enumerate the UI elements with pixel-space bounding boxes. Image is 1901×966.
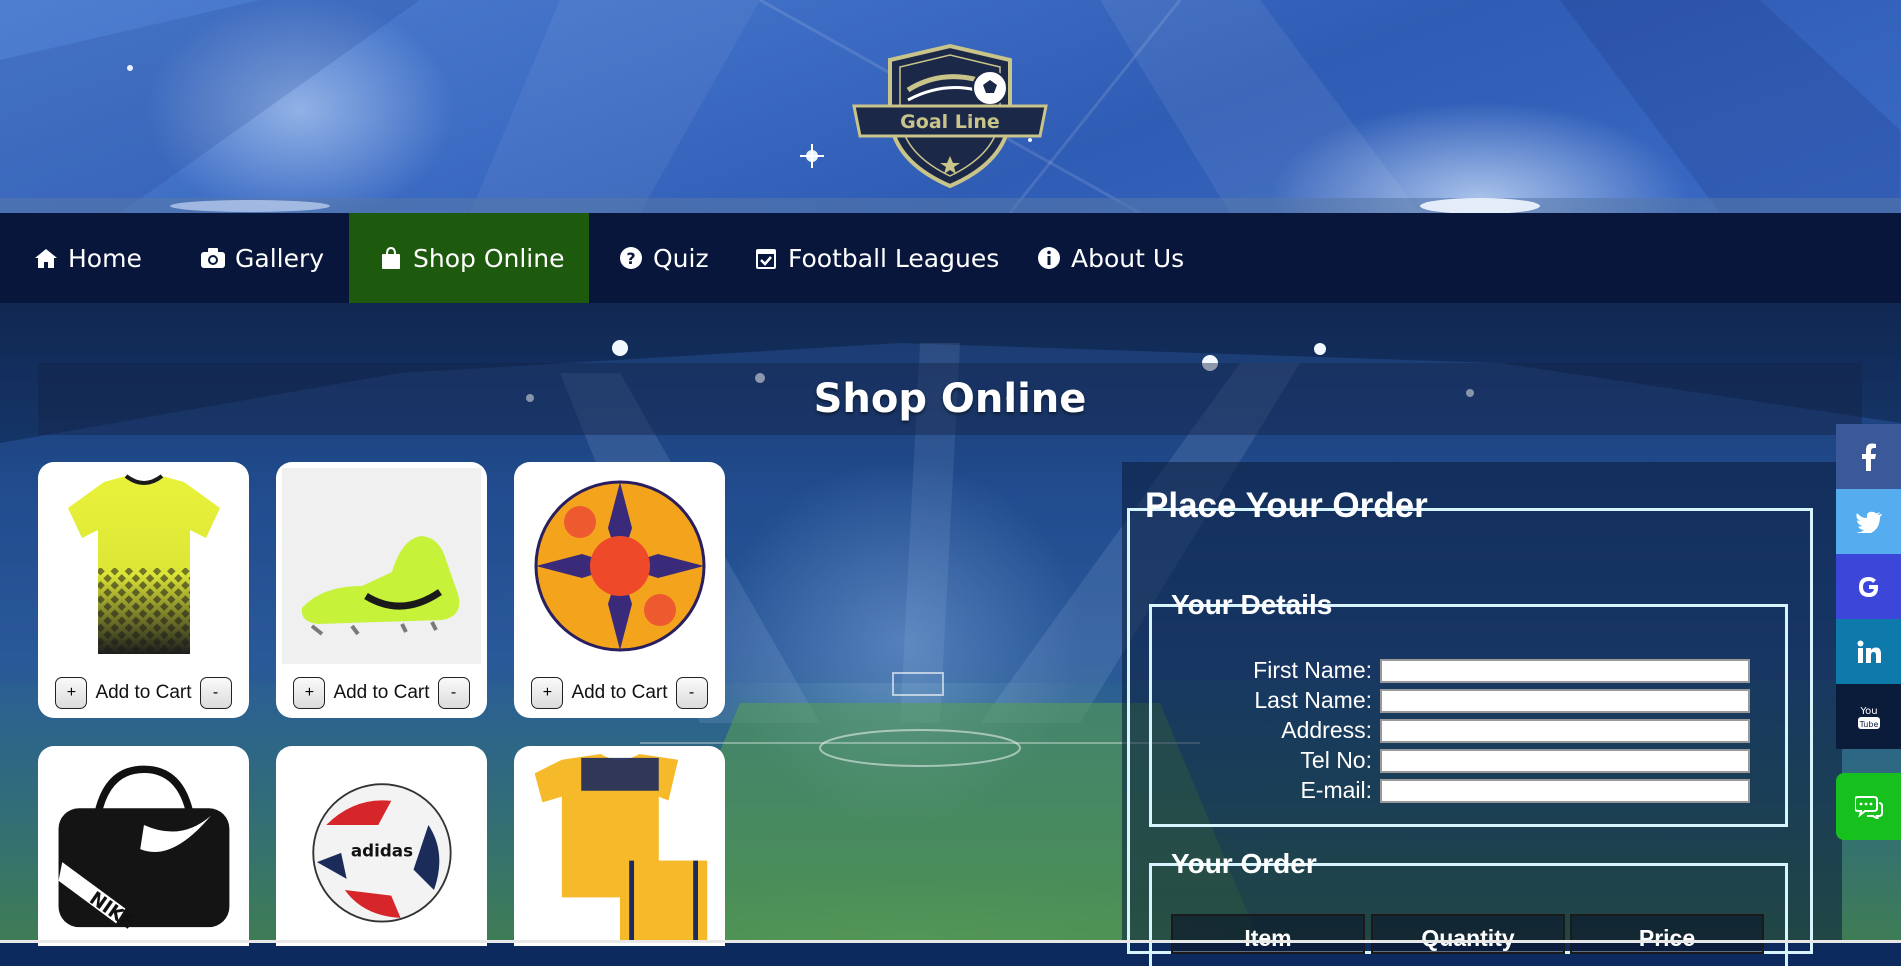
google-link[interactable] xyxy=(1836,554,1901,619)
last-name-field[interactable] xyxy=(1380,688,1750,713)
increase-quantity-button[interactable]: + xyxy=(55,677,88,709)
product-card: + Add to Cart - xyxy=(38,462,249,718)
nav-shop-online[interactable]: Shop Online xyxy=(349,213,589,303)
place-order-heading: Place Your Order xyxy=(1142,486,1431,526)
chat-icon xyxy=(1854,795,1883,819)
email-row: E-mail: xyxy=(1162,777,1750,804)
shopping-bag-icon xyxy=(378,245,404,271)
last-name-row: Last Name: xyxy=(1162,687,1750,714)
nav-home[interactable]: Home xyxy=(33,213,142,303)
linkedin-link[interactable] xyxy=(1836,619,1901,684)
nav-quiz-label: Quiz xyxy=(653,243,709,273)
goal-line-logo[interactable]: Goal Line xyxy=(850,42,1050,190)
tel-no-label: Tel No: xyxy=(1300,747,1372,773)
add-to-cart-label[interactable]: Add to Cart xyxy=(95,682,191,704)
nav-shop-online-label: Shop Online xyxy=(413,243,565,273)
column-header-quantity: Quantity xyxy=(1371,914,1565,954)
first-name-label: First Name: xyxy=(1253,657,1372,683)
logo-text: Goal Line xyxy=(900,111,1000,133)
yellow-jersey-image xyxy=(68,474,220,654)
chat-button[interactable] xyxy=(1836,773,1901,840)
twitter-icon xyxy=(1855,511,1882,533)
header-banner: Goal Line xyxy=(0,0,1901,213)
svg-text:You: You xyxy=(1859,706,1877,717)
decrease-quantity-button[interactable]: - xyxy=(199,677,232,709)
address-label: Address: xyxy=(1281,717,1372,743)
nav-gallery[interactable]: Gallery xyxy=(200,213,324,303)
nike-duffel-bag-image: NIKE xyxy=(58,765,230,934)
yellow-kit-image xyxy=(534,753,708,942)
your-details-legend: Your Details xyxy=(1171,589,1333,620)
add-to-cart-label[interactable]: Add to Cart xyxy=(333,682,429,704)
tel-no-field[interactable] xyxy=(1380,748,1750,773)
nav-home-label: Home xyxy=(68,243,142,273)
info-circle-icon xyxy=(1036,245,1062,271)
tel-no-row: Tel No: xyxy=(1162,747,1750,774)
cart-controls: + Add to Cart - xyxy=(38,677,249,709)
nav-about-us[interactable]: About Us xyxy=(1036,213,1184,303)
email-label: E-mail: xyxy=(1300,777,1372,803)
decrease-quantity-button[interactable]: - xyxy=(437,677,470,709)
cart-controls: + Add to Cart - xyxy=(514,677,725,709)
email-field[interactable] xyxy=(1380,778,1750,803)
your-details-heading: Your Details xyxy=(1168,589,1335,621)
camera-icon xyxy=(200,245,226,271)
column-header-item: Item xyxy=(1171,914,1365,954)
green-boot-image xyxy=(282,468,481,664)
increase-quantity-button[interactable]: + xyxy=(531,677,564,709)
facebook-icon xyxy=(1861,443,1876,471)
cart-controls: + Add to Cart - xyxy=(276,677,487,709)
twitter-link[interactable] xyxy=(1836,489,1901,554)
your-order-heading: Your Order xyxy=(1168,848,1320,880)
first-name-field[interactable] xyxy=(1380,658,1750,683)
nav-football-leagues[interactable]: Football Leagues xyxy=(753,213,999,303)
product-card: + Add to Cart - xyxy=(276,462,487,718)
question-circle-icon: ? xyxy=(618,245,644,271)
add-to-cart-label[interactable]: Add to Cart xyxy=(571,682,667,704)
first-name-row: First Name: xyxy=(1162,657,1750,684)
svg-text:?: ? xyxy=(626,249,635,268)
facebook-link[interactable] xyxy=(1836,424,1901,489)
home-icon xyxy=(33,245,59,271)
calendar-check-icon xyxy=(753,245,779,271)
linkedin-icon xyxy=(1857,640,1881,663)
place-order-title: Place Your Order xyxy=(1145,486,1428,525)
your-order-legend: Your Order xyxy=(1171,848,1317,879)
product-card: + Add to Cart - xyxy=(514,462,725,718)
svg-text:Tube: Tube xyxy=(1858,720,1878,729)
nav-football-leagues-label: Football Leagues xyxy=(788,243,1000,273)
main-nav: Home Gallery Shop Online ? Quiz Football… xyxy=(0,213,1901,303)
premier-league-ball-image xyxy=(534,480,706,652)
product-card: adidas xyxy=(276,746,487,946)
google-icon xyxy=(1858,576,1878,597)
product-card xyxy=(514,746,725,946)
decrease-quantity-button[interactable]: - xyxy=(675,677,708,709)
address-row: Address: xyxy=(1162,717,1750,744)
youtube-icon: You Tube xyxy=(1857,706,1880,729)
youtube-link[interactable]: You Tube xyxy=(1836,684,1901,749)
nav-about-us-label: About Us xyxy=(1071,243,1185,273)
nav-quiz[interactable]: ? Quiz xyxy=(618,213,709,303)
address-field[interactable] xyxy=(1380,718,1750,743)
product-card: NIKE xyxy=(38,746,249,946)
adidas-ball-image: adidas xyxy=(312,783,452,923)
page-title: Shop Online xyxy=(813,376,1087,422)
page-title-bar: Shop Online xyxy=(38,363,1862,435)
increase-quantity-button[interactable]: + xyxy=(293,677,326,709)
svg-text:adidas: adidas xyxy=(351,841,413,861)
last-name-label: Last Name: xyxy=(1254,687,1372,713)
nav-gallery-label: Gallery xyxy=(235,243,325,273)
column-header-price: Price xyxy=(1570,914,1764,954)
